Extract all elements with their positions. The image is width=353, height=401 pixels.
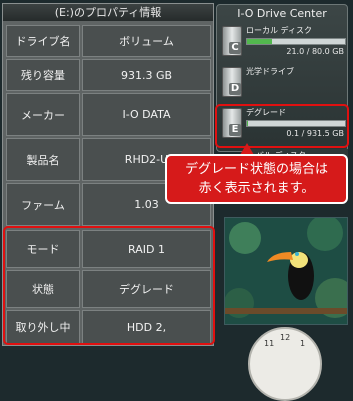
callout-line-1: デグレード状態の場合は — [184, 162, 328, 177]
optical-drive-icon: D — [222, 67, 242, 97]
property-row-free-space: 残り容量 931.3 GB — [6, 59, 211, 91]
property-label: 残り容量 — [6, 59, 80, 91]
drive-name: 光学ドライブ — [246, 67, 294, 76]
drive-name: ローカル ディスク — [246, 26, 312, 35]
property-row-drive-name: ドライブ名 ボリューム — [6, 25, 211, 57]
drive-item-c[interactable]: C ローカル ディスク 21.0 / 80.0 GB — [220, 24, 346, 64]
slideshow-gadget[interactable] — [224, 217, 348, 325]
toucan-photo — [225, 218, 347, 324]
property-value: I-O DATA — [82, 93, 211, 136]
gadget-title: I-O Drive Center — [237, 7, 327, 20]
drive-letter: D — [229, 83, 241, 95]
property-label: ドライブ名 — [6, 25, 80, 57]
clock-gadget[interactable]: 11 12 1 — [248, 327, 322, 401]
callout-line-2: 赤く表示されます。 — [198, 181, 315, 196]
property-value: 931.3 GB — [82, 59, 211, 91]
hard-drive-icon: C — [222, 26, 242, 56]
property-label: メーカー — [6, 93, 80, 136]
properties-title: (E:)のプロパティ情報 — [3, 4, 213, 21]
clock-numeral: 11 — [264, 339, 275, 348]
drive-item-d[interactable]: D 光学ドライブ — [220, 65, 346, 105]
property-label: ファーム — [6, 183, 80, 226]
degraded-callout: デグレード状態の場合は 赤く表示されます。 — [165, 154, 348, 204]
drive-capacity: 21.0 / 80.0 GB — [286, 47, 344, 56]
degraded-drive-highlight-frame — [215, 104, 349, 148]
property-label: 製品名 — [6, 138, 80, 181]
property-row-maker: メーカー I-O DATA — [6, 93, 211, 136]
clock-numeral: 12 — [280, 333, 291, 342]
property-value: ボリューム — [82, 25, 211, 57]
drive-usage-bar — [246, 38, 346, 45]
clock-numeral: 1 — [300, 339, 306, 348]
raid-status-highlight-frame — [3, 226, 215, 345]
drive-letter: C — [229, 42, 241, 54]
